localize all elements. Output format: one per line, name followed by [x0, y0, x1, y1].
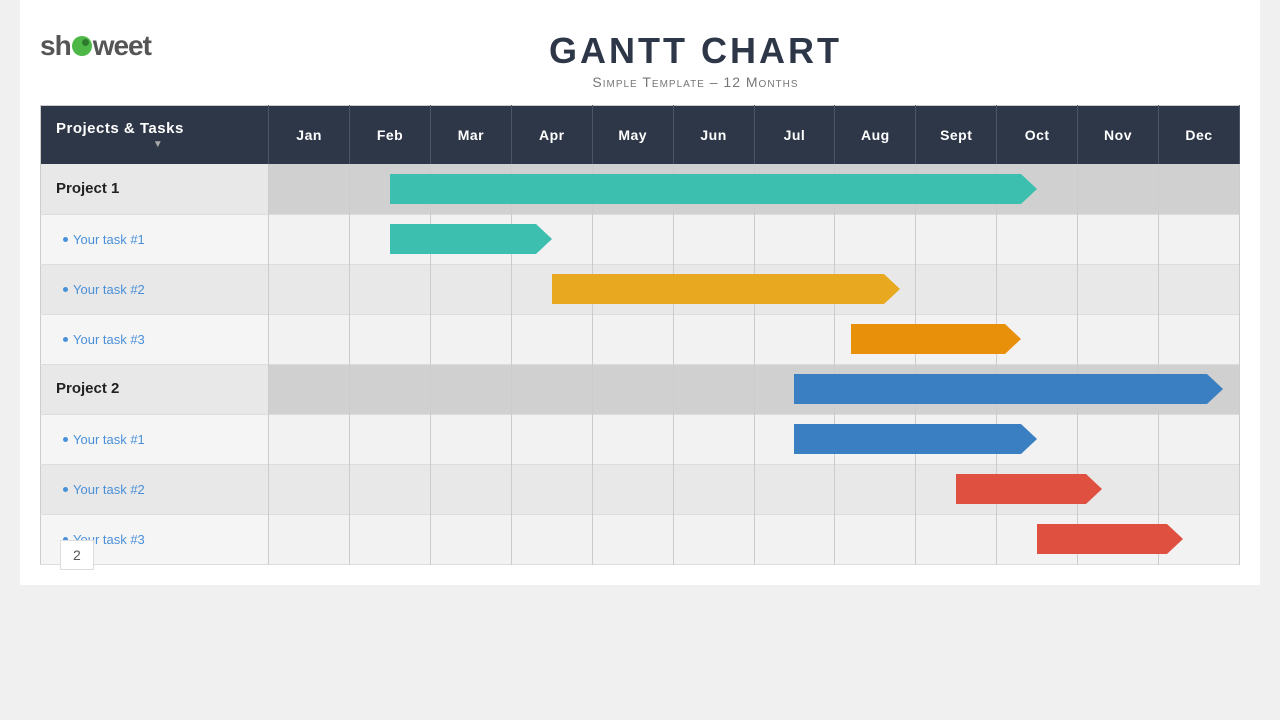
page-number: 2 — [60, 540, 94, 570]
task-bullet — [63, 337, 68, 342]
col-dec: Dec — [1158, 106, 1239, 165]
task-row: Your task #2 — [41, 464, 1240, 514]
col-sept: Sept — [916, 106, 997, 165]
sort-arrow-icon: ▼ — [56, 139, 260, 150]
project-label: Project 1 — [41, 180, 119, 197]
main-page: sh weet Gantt Chart Simple Template – 12… — [20, 0, 1260, 585]
col-may: May — [592, 106, 673, 165]
task-label: Your task #3 — [41, 332, 268, 347]
task-bullet — [63, 287, 68, 292]
title-area: Gantt Chart Simple Template – 12 Months — [151, 30, 1240, 90]
task-label: Your task #1 — [41, 432, 268, 447]
task-bullet — [63, 437, 68, 442]
page-subtitle: Simple Template – 12 Months — [151, 74, 1240, 90]
task-label: Your task #2 — [41, 482, 268, 497]
col-aug: Aug — [835, 106, 916, 165]
task-row: Your task #1 — [41, 214, 1240, 264]
logo-icon — [72, 36, 92, 56]
col-apr: Apr — [511, 106, 592, 165]
page-title: Gantt Chart — [151, 30, 1240, 72]
task-row: Your task #1 — [41, 414, 1240, 464]
gantt-table: Projects & Tasks ▼ Jan Feb Mar Apr May J… — [40, 105, 1240, 565]
logo-text-2: weet — [93, 30, 151, 62]
task-label: Your task #2 — [41, 282, 268, 297]
task-label: Your task #1 — [41, 232, 268, 247]
gantt-container: Projects & Tasks ▼ Jan Feb Mar Apr May J… — [20, 105, 1260, 565]
col-jun: Jun — [673, 106, 754, 165]
col-oct: Oct — [997, 106, 1078, 165]
gantt-header-row: Projects & Tasks ▼ Jan Feb Mar Apr May J… — [41, 106, 1240, 165]
col-mar: Mar — [430, 106, 511, 165]
page-header: sh weet Gantt Chart Simple Template – 12… — [20, 20, 1260, 90]
task-bullet — [63, 487, 68, 492]
task-row: Your task #3 — [41, 314, 1240, 364]
project-row: Project 1 — [41, 164, 1240, 214]
task-bullet — [63, 237, 68, 242]
project-row: Project 2 — [41, 364, 1240, 414]
col-jul: Jul — [754, 106, 835, 165]
col-projects: Projects & Tasks ▼ — [41, 106, 269, 165]
logo: sh weet — [40, 30, 151, 62]
col-feb: Feb — [350, 106, 431, 165]
task-row: Your task #2 — [41, 264, 1240, 314]
col-jan: Jan — [269, 106, 350, 165]
col-nov: Nov — [1078, 106, 1159, 165]
logo-text: sh — [40, 30, 71, 62]
task-row: Your task #3 — [41, 514, 1240, 564]
project-label: Project 2 — [41, 380, 119, 397]
